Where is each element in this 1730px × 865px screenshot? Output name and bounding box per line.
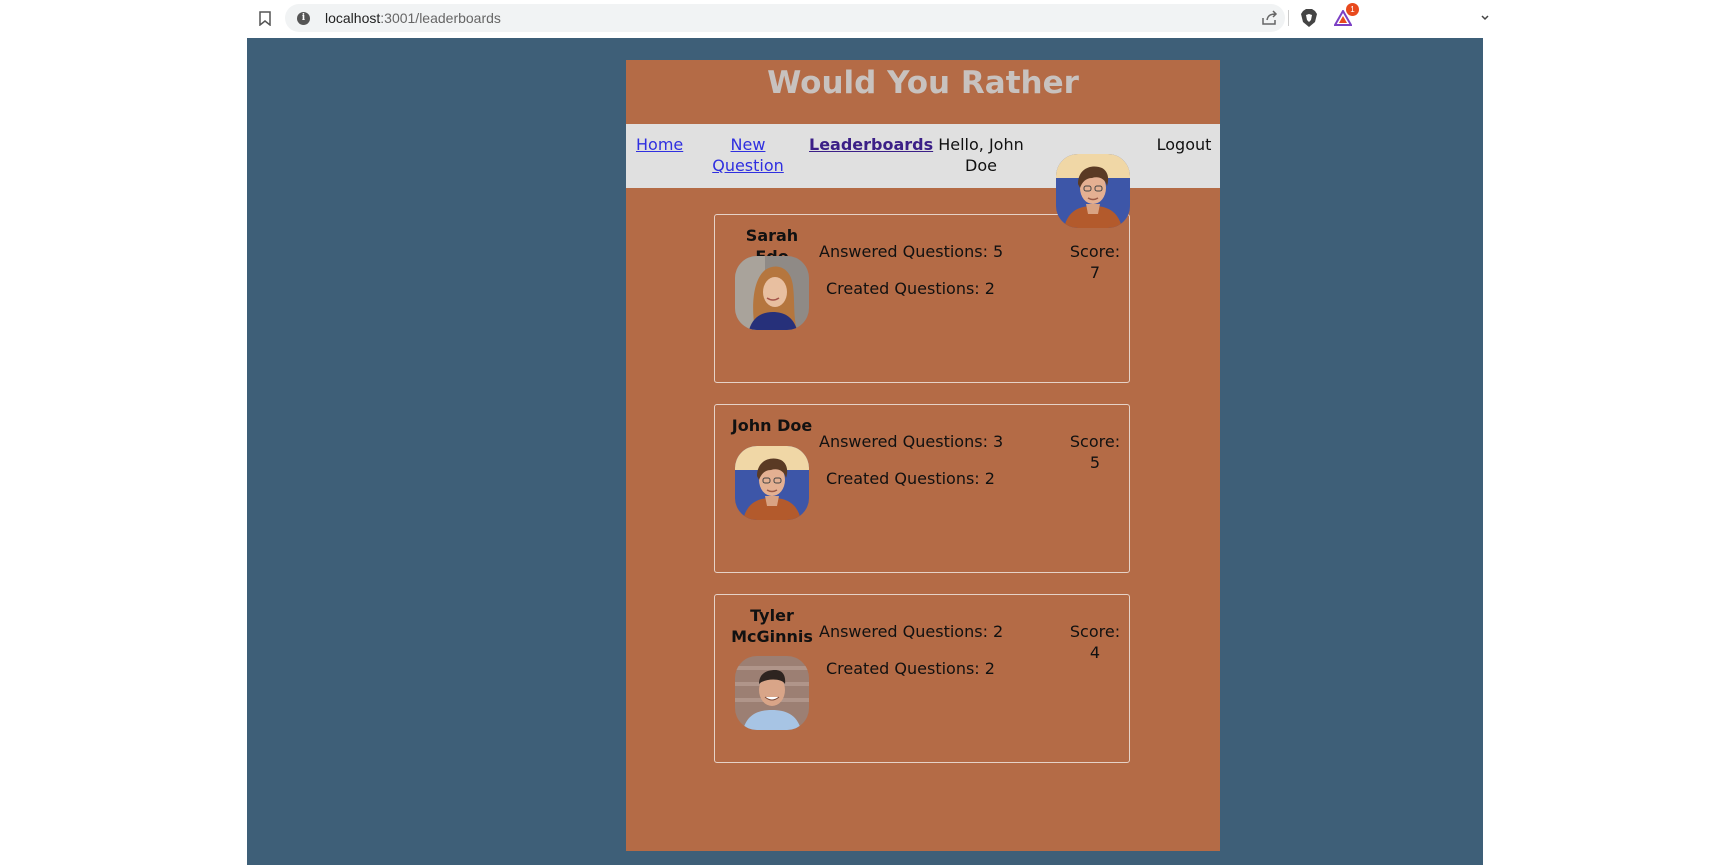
share-icon[interactable] (1260, 8, 1280, 28)
nav-home-link[interactable]: Home (636, 135, 683, 154)
answered-questions: Answered Questions: 3 (819, 432, 1004, 451)
nav-bar: Home New Question Leaderboards Hello, Jo… (626, 124, 1220, 188)
app-container: Would You Rather Home New Question Leade… (626, 60, 1220, 851)
user-name-line1: John Doe (731, 416, 813, 435)
leaderboard-card: Tyler McGinnis Answered Questions: 2 Cre… (714, 594, 1130, 763)
logout-button[interactable]: Logout (1157, 135, 1212, 154)
brave-rewards-icon[interactable]: 1 (1333, 3, 1359, 28)
nav-new-question[interactable]: New Question (708, 134, 788, 176)
greeting-line1: Hello, John (938, 135, 1024, 154)
nav-home[interactable]: Home (636, 134, 683, 155)
user-avatar (735, 446, 809, 520)
user-name-line1: Tyler (750, 606, 794, 625)
score-value: 5 (1089, 453, 1101, 472)
user-avatar (735, 256, 809, 330)
score-value: 7 (1089, 263, 1101, 282)
user-avatar (735, 656, 809, 730)
toolbar-divider (1288, 10, 1289, 26)
notification-badge: 1 (1346, 3, 1359, 16)
url-host: localhost (325, 10, 381, 26)
user-name: John Doe (729, 415, 815, 436)
current-user-avatar (1056, 154, 1130, 228)
answered-questions: Answered Questions: 5 (819, 242, 1004, 261)
nav-greeting: Hello, John Doe (926, 134, 1036, 176)
bookmark-icon[interactable] (255, 8, 275, 28)
url-path: :3001/leaderboards (380, 10, 501, 26)
leaderboard-card: Sarah Edo Answered Questions: 5 Created … (714, 214, 1130, 383)
site-info-icon[interactable]: i (297, 12, 310, 25)
user-name-line2: McGinnis (731, 627, 813, 646)
nav-logout[interactable]: Logout (1154, 134, 1214, 155)
score: Score: 4 (1065, 621, 1125, 663)
created-questions: Created Questions: 2 (826, 659, 995, 678)
answered-questions: Answered Questions: 2 (819, 622, 1004, 641)
nav-leaderboards[interactable]: Leaderboards (809, 134, 933, 155)
score-label: Score: (1069, 622, 1121, 641)
nav-new-question-line2[interactable]: Question (712, 156, 784, 175)
address-bar[interactable]: i localhost:3001/leaderboards (285, 4, 1285, 32)
brave-shield-icon[interactable] (1299, 8, 1319, 28)
url-text[interactable]: localhost:3001/leaderboards (325, 10, 501, 26)
browser-toolbar: i localhost:3001/leaderboards 1 (247, 0, 1489, 39)
score: Score: 7 (1065, 241, 1125, 283)
nav-leaderboards-link[interactable]: Leaderboards (809, 135, 933, 154)
user-name: Tyler McGinnis (729, 605, 815, 647)
created-questions: Created Questions: 2 (826, 469, 995, 488)
score-label: Score: (1069, 242, 1121, 261)
score-label: Score: (1069, 432, 1121, 451)
score-value: 4 (1089, 643, 1101, 662)
leaderboard-card: John Doe Answered Questions: 3 Created Q… (714, 404, 1130, 573)
greeting-line2: Doe (965, 156, 997, 175)
app-title: Would You Rather (767, 65, 1079, 101)
created-questions: Created Questions: 2 (826, 279, 995, 298)
menu-chevron-icon[interactable] (1481, 8, 1489, 28)
score: Score: 5 (1065, 431, 1125, 473)
nav-new-question-line1[interactable]: New (731, 135, 766, 154)
